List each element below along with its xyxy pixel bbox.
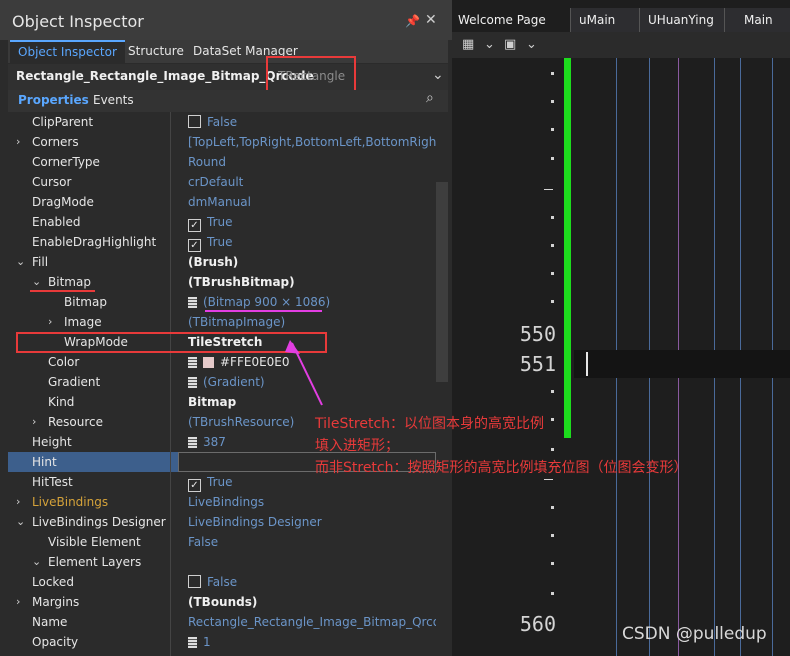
annotation-line-1: TileStretch：以位图本身的高宽比例 (315, 416, 545, 432)
watermark: CSDN @pulledup (622, 624, 767, 644)
annotation-line-2: 填入进矩形； (315, 438, 399, 454)
annotation-line-3: 而非Stretch：按照矩形的高宽比例填充位图（位图会变形） (315, 460, 688, 476)
annotation-text: TileStretch：以位图本身的高宽比例 填入进矩形； 而非Stretch：… (315, 413, 688, 479)
annotation-overlay (30, 290, 323, 406)
arrow-head (285, 340, 300, 354)
